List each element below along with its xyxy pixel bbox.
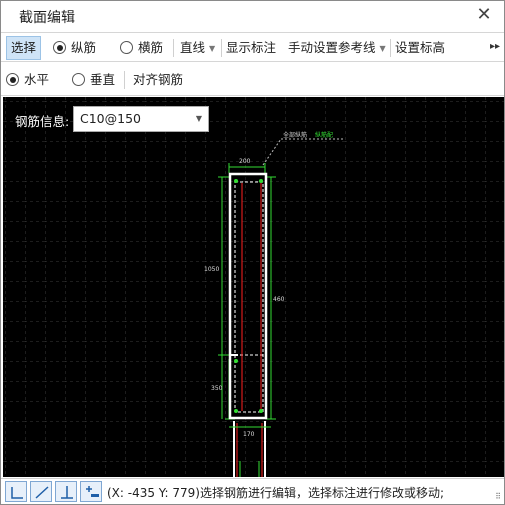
radio-off-icon (120, 41, 133, 54)
status-text: (X: -435 Y: 779)选择钢筋进行编辑，选择标注进行修改或移动; (107, 484, 444, 501)
add-dimension-button[interactable] (80, 481, 102, 502)
set-elevation-button[interactable]: 设置标高 (395, 38, 445, 58)
title-bar: 截面编辑 ✕ (1, 1, 504, 31)
close-icon[interactable]: ✕ (474, 5, 494, 25)
radio-horizontal[interactable]: 水平 (6, 70, 49, 90)
chevron-down-icon: ▼ (209, 44, 216, 53)
dim-text-top[interactable]: 200 (239, 158, 251, 165)
manual-ref-label: 手动设置参考线 (288, 40, 376, 55)
resize-grip-icon[interactable]: ⠿ (495, 492, 501, 501)
toolbar-separator (221, 39, 222, 57)
radio-longitudinal[interactable]: 纵筋 (53, 38, 96, 58)
show-dims-button[interactable]: 显示标注 (226, 38, 276, 58)
cursor-coords: (X: -435 Y: 779) (107, 486, 200, 500)
overflow-chevron-icon[interactable]: ▸▸ (490, 41, 500, 52)
chevron-down-icon: ▼ (379, 44, 386, 53)
rebar-info-label: 钢筋信息: (15, 114, 70, 129)
rebar-info-value: C10@150 (80, 111, 141, 126)
radio-longitudinal-label: 纵筋 (71, 40, 97, 55)
manual-ref-dropdown[interactable]: 手动设置参考线 ▼ (288, 38, 386, 58)
radio-transverse[interactable]: 横筋 (120, 38, 163, 58)
radio-off-icon (72, 73, 85, 86)
dim-text-left[interactable]: 1050 (204, 266, 219, 273)
dim-text-bottom[interactable]: 170 (243, 431, 255, 438)
toolbar-separator (173, 39, 174, 57)
radio-on-icon (53, 41, 66, 54)
orientation-toolbar: 水平 垂直 对齐钢筋 (1, 64, 504, 96)
ortho-snap-button[interactable] (5, 481, 27, 502)
diagonal-line-icon (35, 486, 49, 499)
align-rebar-button[interactable]: 对齐钢筋 (133, 70, 183, 90)
toolbar-separator (124, 71, 125, 89)
select-button[interactable]: 选择 (6, 36, 42, 60)
rebar-info-select[interactable]: C10@150 ▼ (73, 106, 209, 132)
rebar-dot[interactable] (259, 179, 263, 183)
ortho-icon (11, 487, 23, 499)
radio-on-icon (6, 73, 19, 86)
radio-vertical[interactable]: 垂直 (72, 70, 115, 90)
section-editor-window: 截面编辑 ✕ 选择 纵筋 横筋 直线 ▼ 显示标注 手动设置参考线 ▼ 设置标高 ▸… (0, 0, 505, 505)
perpendicular-button[interactable] (55, 481, 77, 502)
add-dimension-icon (86, 486, 99, 497)
radio-transverse-label: 横筋 (138, 40, 164, 55)
drawing-canvas[interactable]: 全部纵筋 纵筋配 200 1050 350 460 170 钢筋信息: C10@… (3, 97, 504, 477)
radio-vertical-label: 垂直 (90, 72, 116, 87)
rebar-dot[interactable] (234, 409, 238, 413)
line-mode-label: 直线 (180, 40, 206, 55)
perpendicular-icon (61, 486, 73, 499)
line-snap-button[interactable] (30, 481, 52, 502)
window-title: 截面编辑 (19, 10, 75, 26)
status-bar: (X: -435 Y: 779)选择钢筋进行编辑，选择标注进行修改或移动; ⠿ (1, 478, 504, 504)
chevron-down-icon: ▼ (195, 114, 202, 123)
rebar-dot[interactable] (259, 409, 263, 413)
main-toolbar: 选择 纵筋 横筋 直线 ▼ 显示标注 手动设置参考线 ▼ 设置标高 ▸▸ (1, 32, 504, 62)
dim-text-lower-left[interactable]: 350 (211, 385, 223, 392)
line-mode-dropdown[interactable]: 直线 ▼ (180, 38, 215, 58)
status-message: 选择钢筋进行编辑，选择标注进行修改或移动; (200, 486, 445, 500)
annotation-white[interactable]: 全部纵筋 (283, 131, 307, 139)
radio-horizontal-label: 水平 (24, 72, 50, 87)
rebar-dot[interactable] (234, 359, 238, 363)
dim-text-right[interactable]: 460 (273, 296, 285, 303)
annotation-green[interactable]: 纵筋配 (315, 131, 333, 139)
grid-background (3, 97, 504, 477)
rebar-dot[interactable] (234, 179, 238, 183)
toolbar-separator (390, 39, 391, 57)
section-drawing[interactable]: 全部纵筋 纵筋配 200 1050 350 460 170 (3, 97, 504, 477)
